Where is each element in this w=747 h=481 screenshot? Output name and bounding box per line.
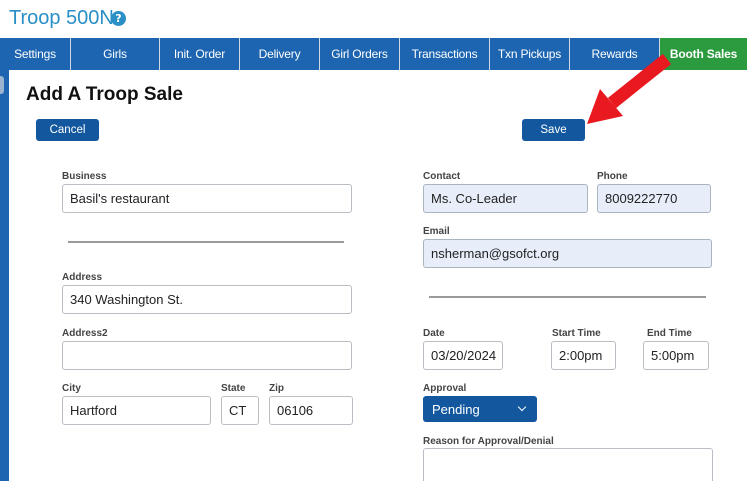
business-field[interactable]: Basil's restaurant [62,184,352,213]
start-time-field[interactable]: 2:00pm [551,341,616,370]
city-field[interactable]: Hartford [62,396,211,425]
section-divider [68,241,344,243]
help-circle-icon[interactable]: ? [111,11,126,26]
end-time-label: End Time [647,328,692,339]
contact-label: Contact [423,171,461,182]
approval-label: Approval [423,383,467,394]
app-header: Troop 500N ? [0,0,747,38]
tab-init-order[interactable]: Init. Order [160,38,240,70]
business-label: Business [62,171,107,182]
reason-label: Reason for Approval/Denial [423,436,554,447]
chevron-down-icon [517,402,527,412]
page-title: Add A Troop Sale [26,84,183,105]
state-label: State [221,383,246,394]
start-time-label: Start Time [552,328,601,339]
tab-girl-orders[interactable]: Girl Orders [320,38,400,70]
cancel-button[interactable]: Cancel [36,119,99,141]
approval-selected-value: Pending [432,401,480,417]
tab-rewards[interactable]: Rewards [570,38,660,70]
state-field[interactable]: CT [221,396,259,425]
address-label: Address [62,272,103,283]
section-divider [429,296,706,298]
phone-label: Phone [597,171,628,182]
city-label: City [62,383,81,394]
troop-title: Troop 500N [9,7,114,29]
reason-textarea[interactable] [423,448,713,481]
tab-girls[interactable]: Girls [71,38,160,70]
address2-field[interactable] [62,341,352,370]
email-label: Email [423,226,450,237]
approval-select[interactable]: Pending [423,396,537,422]
contact-field[interactable]: Ms. Co-Leader [423,184,588,213]
phone-field[interactable]: 8009222770 [597,184,711,213]
tab-delivery[interactable]: Delivery [240,38,320,70]
tab-settings[interactable]: Settings [0,38,71,70]
tab-booth-sales[interactable]: Booth Sales [660,38,747,70]
date-field[interactable]: 03/20/2024 [423,341,503,370]
address-field[interactable]: 340 Washington St. [62,285,352,314]
tab-transactions[interactable]: Transactions [400,38,490,70]
zip-field[interactable]: 06106 [269,396,353,425]
date-label: Date [423,328,445,339]
end-time-field[interactable]: 5:00pm [643,341,709,370]
main-nav-tabs: Settings Girls Init. Order Delivery Girl… [0,38,747,70]
email-field[interactable]: nsherman@gsofct.org [423,239,712,268]
zip-label: Zip [269,383,284,394]
save-button[interactable]: Save [522,119,585,141]
tab-txn-pickups[interactable]: Txn Pickups [490,38,570,70]
sidebar-toggle-handle[interactable] [0,76,4,94]
left-sidebar-strip [0,70,9,481]
address2-label: Address2 [62,328,108,339]
